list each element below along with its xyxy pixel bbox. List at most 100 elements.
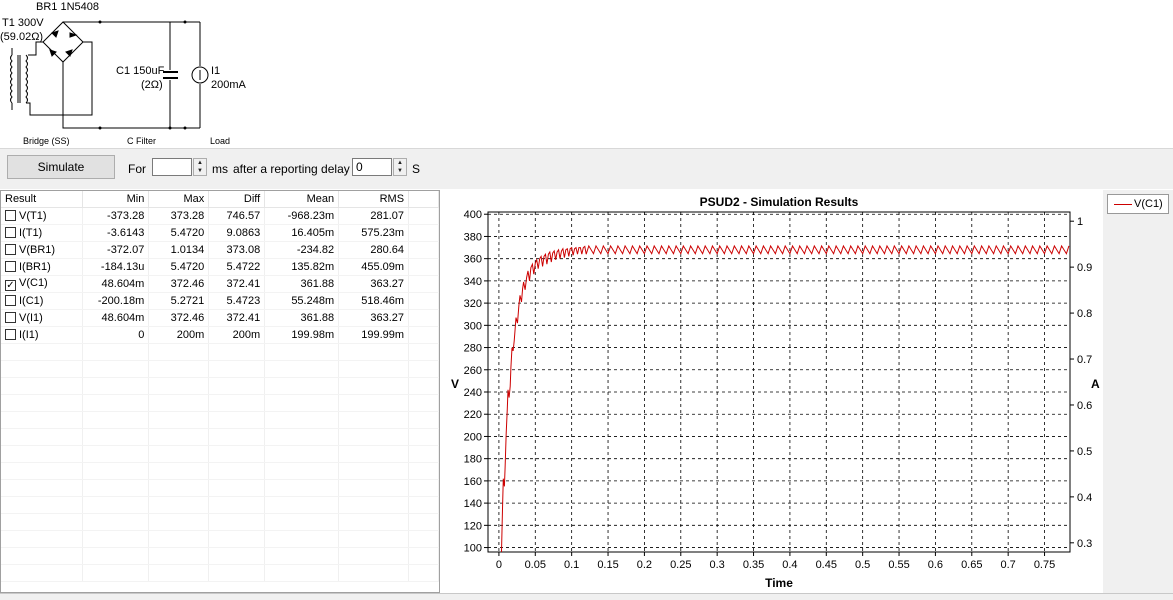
column-header-diff[interactable]: Diff [208,191,266,208]
schematic-area: BR1 1N5408 T1 300V (59.02Ω) C1 150uF (2Ω… [0,0,1173,148]
x-tick-label: 0.05 [525,559,546,571]
row-min-cell: 48.604m [82,275,150,293]
empty-cell [148,530,210,548]
row-name: I(T1) [19,227,43,239]
empty-cell [1,462,84,480]
duration-spinner[interactable]: ▲ ▼ [193,158,207,176]
results-table-panel: Result Min Max Diff Mean RMS V(T1) -373.2… [0,190,440,593]
chevron-down-icon[interactable]: ▼ [194,167,206,175]
empty-row [1,496,439,514]
row-checkbox[interactable] [5,227,16,238]
row-checkbox[interactable] [5,210,16,221]
row-result-cell[interactable]: ✓ V(C1) [1,275,84,293]
empty-cell [408,513,439,531]
row-result-cell[interactable]: I(BR1) [1,258,84,276]
y2-tick-label: 0.5 [1077,446,1092,458]
y-tick-label: 200 [464,431,482,443]
delay-spinner[interactable]: ▲ ▼ [393,158,407,176]
row-name: I(C1) [19,295,44,307]
empty-cell [264,428,340,446]
y2-tick-label: 0.4 [1077,492,1092,504]
row-result-cell[interactable]: V(BR1) [1,241,84,259]
row-checkbox[interactable] [5,261,16,272]
empty-cell [1,428,84,446]
row-mean-cell: 16.405m [264,224,340,242]
section-load-label: Load [210,136,230,146]
empty-cell [408,479,439,497]
row-checkbox[interactable] [5,295,16,306]
row-filler-cell [408,241,439,259]
empty-cell [148,343,210,361]
empty-cell [1,360,84,378]
empty-cell [1,479,84,497]
empty-cell [264,530,340,548]
y2-tick-label: 0.3 [1077,538,1092,550]
chevron-down-icon[interactable]: ▼ [394,167,406,175]
row-result-cell[interactable]: V(I1) [1,309,84,327]
table-row[interactable]: V(BR1) -372.07 1.0134 373.08 -234.82 280.64 [1,241,439,259]
row-result-cell[interactable]: I(C1) [1,292,84,310]
plot-area[interactable] [487,211,1071,553]
table-row[interactable]: ✓ V(C1) 48.604m 372.46 372.41 361.88 363.27 [1,275,439,293]
chevron-up-icon[interactable]: ▲ [194,159,206,167]
chevron-up-icon[interactable]: ▲ [394,159,406,167]
empty-cell [408,360,439,378]
simulation-chart[interactable]: PSUD2 - Simulation Results 100 120 140 160 18… [441,190,1101,593]
empty-cell [148,564,210,582]
empty-row [1,411,439,429]
table-row[interactable]: V(T1) -373.28 373.28 746.57 -968.23m 281.07 [1,207,439,225]
row-checkbox[interactable] [5,244,16,255]
column-header-max[interactable]: Max [148,191,210,208]
row-mean-cell: -234.82 [264,241,340,259]
row-name: I(I1) [19,329,39,341]
empty-cell [208,530,266,548]
empty-cell [264,394,340,412]
table-row[interactable]: V(I1) 48.604m 372.46 372.41 361.88 363.27 [1,309,439,327]
row-min-cell: -3.6143 [82,224,150,242]
row-mean-cell: 361.88 [264,309,340,327]
y-tick-label: 160 [464,476,482,488]
row-rms-cell: 281.07 [338,207,410,225]
row-checkbox[interactable] [5,312,16,323]
row-name: V(I1) [19,312,43,324]
empty-cell [208,445,266,463]
empty-cell [1,530,84,548]
y-tick-label: 320 [464,298,482,310]
column-header-rms[interactable]: RMS [338,191,410,208]
empty-cell [338,377,410,395]
row-result-cell[interactable]: I(T1) [1,224,84,242]
legend-label: V(C1) [1134,198,1163,210]
x-axis-label: Time [765,576,793,590]
load-label: I1 [211,65,220,77]
empty-cell [408,496,439,514]
row-checkbox[interactable]: ✓ [5,280,16,291]
y2-tick-label: 0.9 [1077,262,1092,274]
results-table: Result Min Max Diff Mean RMS V(T1) -373.2… [1,191,439,582]
row-checkbox[interactable] [5,329,16,340]
column-header-min[interactable]: Min [82,191,150,208]
circuit-schematic[interactable]: BR1 1N5408 T1 300V (59.02Ω) C1 150uF (2Ω… [0,0,260,148]
x-tick-label: 0.15 [597,559,618,571]
delay-input[interactable] [352,158,392,176]
empty-row [1,360,439,378]
legend-entry[interactable]: V(C1) [1107,194,1169,214]
empty-cell [208,547,266,565]
duration-input[interactable] [152,158,192,176]
row-result-cell[interactable]: I(I1) [1,326,84,344]
empty-cell [1,513,84,531]
simulate-button[interactable]: Simulate [7,155,115,179]
empty-cell [408,445,439,463]
row-result-cell[interactable]: V(T1) [1,207,84,225]
column-header-mean[interactable]: Mean [264,191,340,208]
empty-cell [264,462,340,480]
table-row[interactable]: I(C1) -200.18m 5.2721 5.4723 55.248m 518.46m [1,292,439,310]
legend-swatch [1114,204,1132,205]
empty-cell [264,547,340,565]
empty-cell [1,496,84,514]
row-name: V(C1) [19,277,48,289]
capacitor-resistance: (2Ω) [141,79,163,91]
table-row[interactable]: I(I1) 0 200m 200m 199.98m 199.99m [1,326,439,344]
table-row[interactable]: I(BR1) -184.13u 5.4720 5.4722 135.82m 455.09m [1,258,439,276]
column-header-result[interactable]: Result [1,191,84,208]
table-row[interactable]: I(T1) -3.6143 5.4720 9.0863 16.405m 575.23m [1,224,439,242]
